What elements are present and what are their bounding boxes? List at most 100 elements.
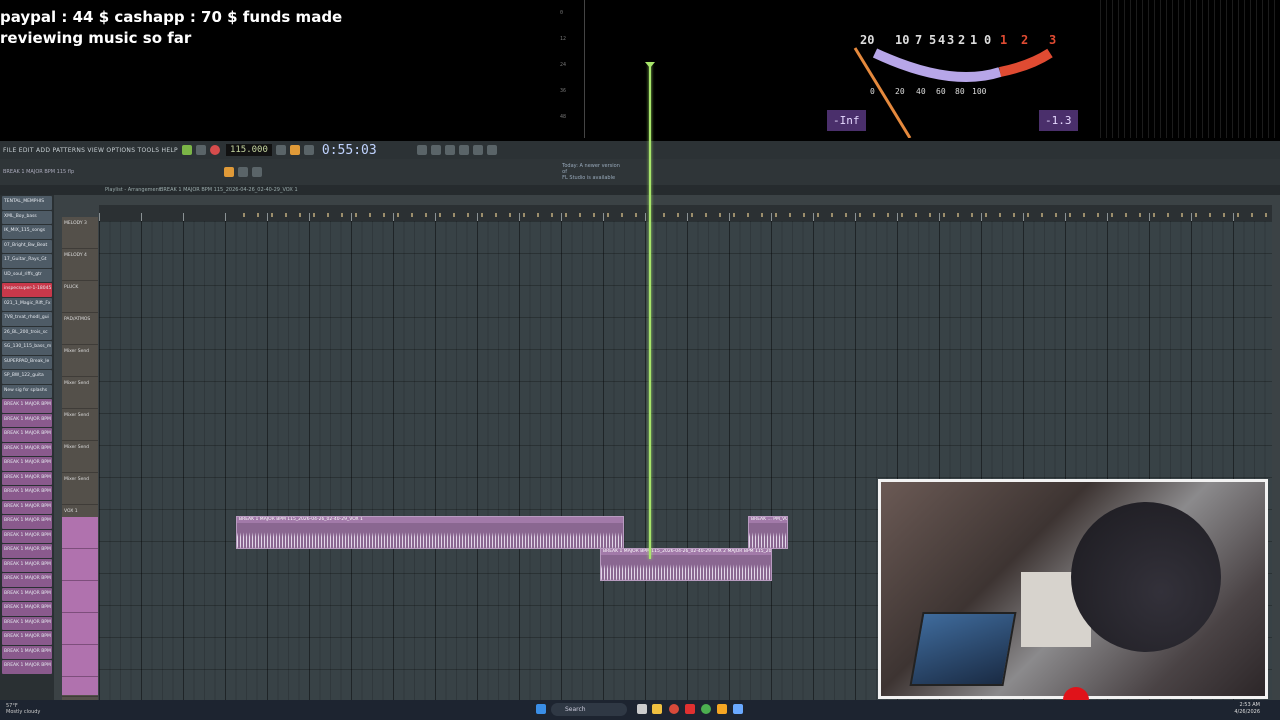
loop-record-icon[interactable] <box>303 145 314 155</box>
channel-rack-icon[interactable] <box>444 145 455 155</box>
playlist-label: Playlist - Arrangement <box>105 187 161 193</box>
vu-scale-20: 20 <box>860 33 875 47</box>
clock-time: 2:53 AM <box>1239 702 1260 708</box>
track-item[interactable]: New sig fsr splashs <box>2 384 52 398</box>
vu-scale-plus2: 2 <box>1021 33 1029 47</box>
vu-scale-plus1: 1 <box>1000 33 1008 47</box>
tempo-display[interactable]: 115.000 <box>225 144 272 156</box>
track-item[interactable]: BREAK 1 MAJOR BPM 115 <box>2 457 52 471</box>
track-item[interactable]: 7V8_trvat_rhodl_gui <box>2 312 52 326</box>
snap-icon[interactable] <box>224 167 235 177</box>
track-item[interactable]: SUPERPAD_Break_le <box>2 355 52 369</box>
obs-icon[interactable] <box>685 704 695 714</box>
clip-waveform <box>749 523 787 548</box>
track-item[interactable]: BREAK 1 MAJOR BPM 115 <box>2 631 52 645</box>
fl-subtoolbar: BREAK 1 MAJOR BPM 115 flp Today: A newer… <box>0 159 1280 185</box>
timeline-ruler[interactable] <box>99 205 1272 221</box>
vu-scale-5: 5 <box>929 33 937 47</box>
track-header-label[interactable]: Mixer Send <box>64 445 89 450</box>
playlist-icon[interactable] <box>486 145 497 155</box>
clock-date: 4/26/2026 <box>1234 709 1260 715</box>
vu-percent-80: 80 <box>955 87 965 96</box>
app-icon[interactable] <box>733 704 743 714</box>
track-item[interactable]: BREAK 1 MAJOR BPM 115 <box>2 529 52 543</box>
track-item[interactable]: 17_Guitar_Rays_Gt <box>2 254 52 268</box>
piano-roll-icon[interactable] <box>458 145 469 155</box>
opera-icon[interactable] <box>669 704 679 714</box>
track-item[interactable]: XML_Boy_bass <box>2 210 52 224</box>
track-item[interactable]: BREAK 1 MAJOR BPM 115 <box>2 428 52 442</box>
track-item[interactable]: BREAK 1 MAJOR BPM 115 <box>2 544 52 558</box>
mixer-icon[interactable] <box>430 145 441 155</box>
streamer-head <box>1071 502 1221 652</box>
track-header-label[interactable]: VOX 1 <box>64 509 78 514</box>
wait-record-icon[interactable] <box>289 145 300 155</box>
donation-overlay: paypal : 44 $ cashapp : 70 $ funds made … <box>0 7 342 49</box>
draw-tool-icon[interactable] <box>238 167 249 177</box>
track-item[interactable]: IK_MIX_115_songs <box>2 225 52 239</box>
track-item[interactable]: SG_130_115_bass_m <box>2 341 52 355</box>
track-header-label[interactable]: PAD/ATMOS <box>64 317 90 322</box>
track-item[interactable]: BREAK 1 MAJOR BPM 115 <box>2 645 52 659</box>
browser-track-list: TENTAL_MEMPHIS XML_Boy_bass IK_MIX_115_son… <box>0 195 54 700</box>
track-item[interactable]: BREAK 1 MAJOR BPM 115 <box>2 500 52 514</box>
song-time-display[interactable]: 0:55:03 <box>322 143 377 158</box>
donation-line-1: paypal : 44 $ cashapp : 70 $ funds made <box>0 8 343 26</box>
system-clock[interactable]: 2:53 AM 4/26/2026 <box>1234 702 1260 716</box>
track-item[interactable]: BREAK 1 MAJOR BPM 115 <box>2 486 52 500</box>
project-title: BREAK 1 MAJOR BPM 115 flp <box>3 169 75 175</box>
play-button[interactable] <box>181 145 192 155</box>
track-item[interactable]: BREAK 1 MAJOR BPM 115 <box>2 602 52 616</box>
stop-button[interactable] <box>195 145 206 155</box>
track-item[interactable]: TENTAL_MEMPHIS <box>2 196 52 210</box>
audio-clip-vox-2[interactable]: BREAK 1 MAJOR BPM 115_2026-04-26_02-40-2… <box>600 548 772 581</box>
windows-start-icon[interactable] <box>536 704 546 714</box>
metronome-icon[interactable] <box>275 145 286 155</box>
track-item[interactable]: SP_BW_122_guita <box>2 370 52 384</box>
track-item[interactable]: 07_Bright_Bw_Beat <box>2 239 52 253</box>
taskbar-search[interactable]: Search <box>551 703 627 716</box>
weather-widget[interactable]: 57°F Mostly cloudy <box>6 703 40 715</box>
webcam-overlay <box>878 479 1268 699</box>
vu-left-readout: -Inf <box>827 110 866 131</box>
vu-right-readout: -1.3 <box>1039 110 1078 131</box>
audio-clip-vox-1[interactable]: BREAK 1 MAJOR BPM 115_2026-04-26_02-40-2… <box>236 516 624 549</box>
update-hint: Today: A newer version of FL Studio is a… <box>562 163 622 181</box>
track-header-label[interactable]: Mixer Send <box>64 477 89 482</box>
track-item[interactable]: 26_BL_200_trois_sc <box>2 326 52 340</box>
chrome-icon[interactable] <box>701 704 711 714</box>
fl-toolbar: FILE EDIT ADD PATTERNS VIEW OPTIONS TOOL… <box>0 141 1280 159</box>
track-item[interactable]: BREAK 1 MAJOR BPM 115 <box>2 660 52 674</box>
record-button[interactable] <box>209 145 220 155</box>
update-hint-line-1: Today: A newer version of <box>562 163 620 175</box>
track-item[interactable]: BREAK 1 MAJOR BPM 115 <box>2 587 52 601</box>
task-view-icon[interactable] <box>637 704 647 714</box>
playlist-pattern-name[interactable]: BREAK 1 MAJOR BPM 115_2026-04-26_02-40-2… <box>160 187 298 193</box>
track-header-label[interactable]: PLUCK <box>64 285 78 290</box>
track-item[interactable]: BREAK 1 MAJOR BPM 115 <box>2 573 52 587</box>
file-explorer-icon[interactable] <box>652 704 662 714</box>
playlist-header: Playlist - Arrangement BREAK 1 MAJOR BPM… <box>0 185 1280 195</box>
main-menu[interactable]: FILE EDIT ADD PATTERNS VIEW OPTIONS TOOL… <box>0 147 178 154</box>
track-header-label[interactable]: MELODY 4 <box>64 253 87 258</box>
playhead[interactable] <box>649 64 651 559</box>
track-header-label[interactable]: MELODY 3 <box>64 221 87 226</box>
track-item[interactable]: BREAK 1 MAJOR BPM 115 <box>2 558 52 572</box>
paint-tool-icon[interactable] <box>252 167 263 177</box>
track-item[interactable]: BREAK 1 MAJOR BPM 115 <box>2 515 52 529</box>
fl-studio-taskbar-icon[interactable] <box>717 704 727 714</box>
track-header-label[interactable]: Mixer Send <box>64 381 89 386</box>
audio-clip-vox-3[interactable]: BREAK ... PM_VOX 3 <box>748 516 788 549</box>
track-item[interactable]: BREAK 1 MAJOR BPM 115 <box>2 442 52 456</box>
track-item[interactable]: UD_soul_riffs_gtr <box>2 268 52 282</box>
track-item[interactable]: BREAK 1 MAJOR BPM 115 <box>2 616 52 630</box>
track-header-label[interactable]: Mixer Send <box>64 349 89 354</box>
track-item[interactable]: BREAK 1 MAJOR BPM 115 <box>2 399 52 413</box>
track-item[interactable]: BREAK 1 MAJOR BPM 115 <box>2 471 52 485</box>
track-header-label[interactable]: Mixer Send <box>64 413 89 418</box>
track-item[interactable]: inspecsuper-1-18045 <box>2 283 52 297</box>
track-item[interactable]: BREAK 1 MAJOR BPM 115 <box>2 413 52 427</box>
browser-icon[interactable] <box>472 145 483 155</box>
track-item[interactable]: 021_1_Magic_Rift_Fx <box>2 297 52 311</box>
clip-waveform <box>601 555 771 580</box>
